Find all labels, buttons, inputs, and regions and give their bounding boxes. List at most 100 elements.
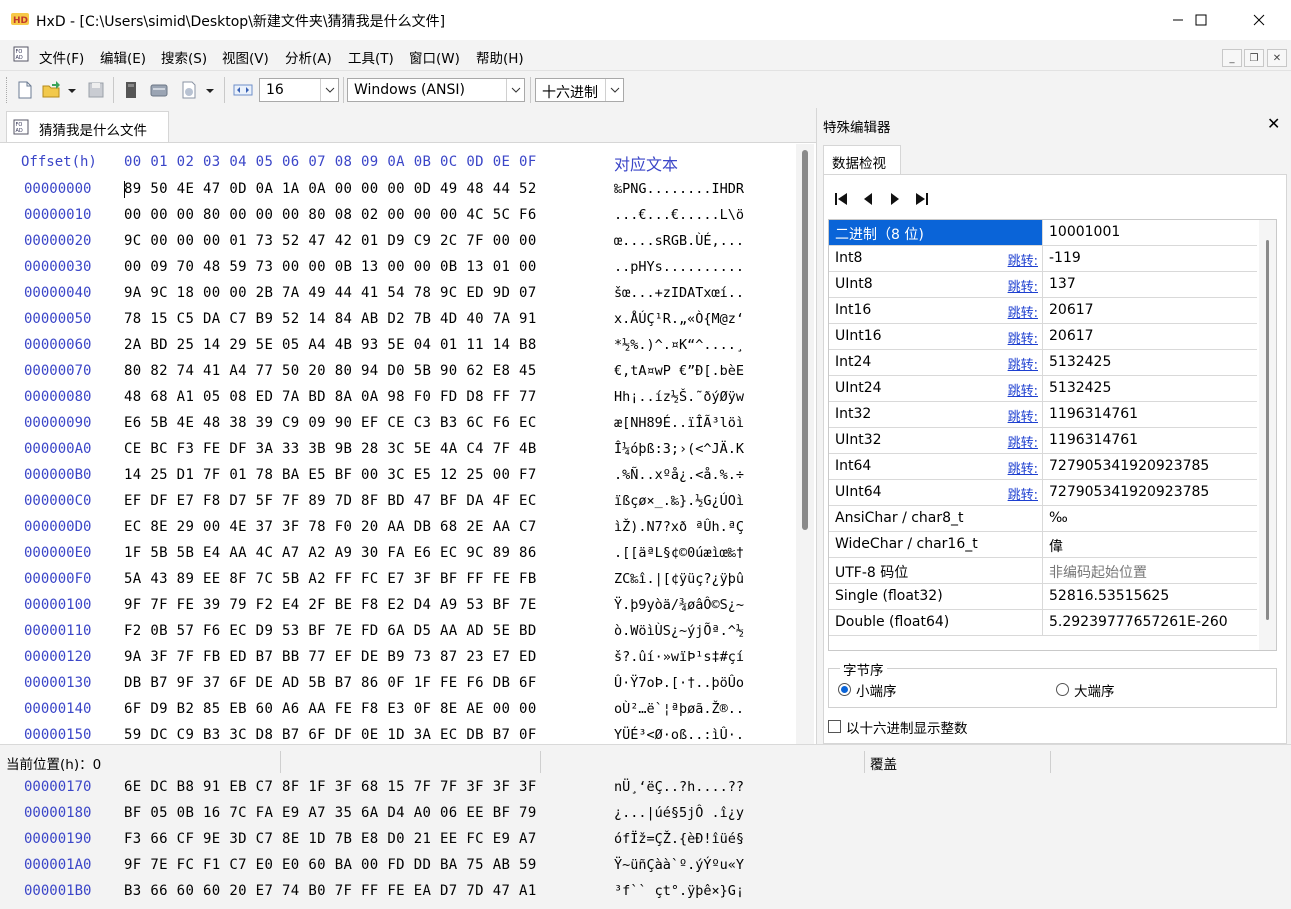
inspector-row-value[interactable]: 非编码起始位置 (1049, 562, 1147, 582)
hex-row[interactable]: 000001B0 B3 66 60 60 20 E7 74 B0 7F FF FE… (0, 883, 800, 909)
row-bytes[interactable]: F2 0B 57 F6 EC D9 53 BF 7E FD 6A D5 AA A… (124, 623, 537, 639)
hex-integers-checkbox[interactable] (828, 720, 841, 733)
inspector-scrollbar[interactable] (1259, 220, 1276, 650)
hex-row[interactable]: 00000110 F2 0B 57 F6 EC D9 53 BF 7E FD 6A… (0, 623, 800, 649)
row-bytes[interactable]: F3 66 CF 9E 3D C7 8E 1D 7B E8 D0 21 EE F… (124, 831, 537, 847)
panel-close-icon[interactable]: ✕ (1267, 114, 1280, 133)
menu-tools[interactable]: 工具(T) (348, 47, 394, 67)
inspector-row-value[interactable]: 1196314761 (1049, 406, 1138, 422)
row-bytes[interactable]: 5A 43 89 EE 8F 7C 5B A2 FF FC E7 3F BF F… (124, 571, 537, 587)
row-text[interactable]: Û·Ÿ7oÞ.[·†..þöÛo (614, 675, 744, 691)
row-bytes[interactable]: 9A 3F 7F FB ED B7 BB 77 EF DE B9 73 87 2… (124, 649, 537, 665)
row-bytes[interactable]: 00 09 70 48 59 73 00 00 0B 13 00 00 0B 1… (124, 259, 537, 275)
jump-link[interactable]: 跳转: (1008, 406, 1038, 425)
inspector-row[interactable]: Double (float64) 5.29239777657261E-260 (829, 610, 1257, 636)
menu-analysis[interactable]: 分析(A) (285, 47, 332, 67)
row-bytes[interactable]: 9A 9C 18 00 00 2B 7A 49 44 41 54 78 9C E… (124, 285, 537, 301)
hex-row[interactable]: 00000010 00 00 00 80 00 00 00 80 08 02 00… (0, 207, 800, 233)
row-bytes[interactable]: 00 00 00 80 00 00 00 80 08 02 00 00 00 4… (124, 207, 537, 223)
scrollbar-thumb[interactable] (802, 150, 808, 530)
ram-icon[interactable] (121, 80, 141, 100)
row-text[interactable]: €‚tA¤wP €”Ð[.bèE (614, 363, 744, 379)
row-text[interactable]: ...€...€.....L\ö (614, 207, 744, 223)
row-bytes[interactable]: 14 25 D1 7F 01 78 BA E5 BF 00 3C E5 12 2… (124, 467, 537, 483)
inspector-row-value[interactable]: 5132425 (1049, 380, 1111, 396)
menu-search[interactable]: 搜索(S) (161, 47, 207, 67)
hex-vertical-scrollbar[interactable] (796, 144, 814, 744)
mdi-close-button[interactable]: ✕ (1267, 49, 1287, 67)
document-icon[interactable]: FO AD (13, 46, 29, 62)
jump-link[interactable]: 跳转: (1008, 484, 1038, 503)
row-bytes[interactable]: 6F D9 B2 85 EB 60 A6 AA FE F8 E3 0F 8E A… (124, 701, 537, 717)
menu-view[interactable]: 视图(V) (222, 47, 269, 67)
jump-link[interactable]: 跳转: (1008, 328, 1038, 347)
hex-row[interactable]: 00000170 6E DC B8 91 EB C7 8F 1F 3F 68 15… (0, 779, 800, 805)
inspector-row[interactable]: Single (float32) 52816.53515625 (829, 584, 1257, 610)
document-tab[interactable]: FO AD 猜猜我是什么文件 (6, 111, 169, 142)
menu-help[interactable]: 帮助(H) (476, 47, 524, 67)
hex-row[interactable]: 000000A0 CE BC F3 FE DF 3A 33 3B 9B 28 3C… (0, 441, 800, 467)
hex-row[interactable]: 00000090 E6 5B 4E 48 38 39 C9 09 90 EF CE… (0, 415, 800, 441)
inspector-row[interactable]: Int32 跳转: 1196314761 (829, 402, 1257, 428)
inspector-row-value[interactable]: 20617 (1049, 328, 1094, 344)
inspector-row[interactable]: WideChar / char16_t 偉 (829, 532, 1257, 558)
big-endian-label[interactable]: 大端序 (1074, 680, 1115, 700)
hex-row[interactable]: 000000D0 EC 8E 29 00 4E 37 3F 78 F0 20 AA… (0, 519, 800, 545)
inspector-row-value[interactable]: 10001001 (1049, 224, 1120, 240)
hex-row[interactable]: 00000050 78 15 C5 DA C7 B9 52 14 84 AB D2… (0, 311, 800, 337)
row-bytes[interactable]: BF 05 0B 16 7C FA E9 A7 35 6A D4 A0 06 E… (124, 805, 537, 821)
inspector-row[interactable]: UInt16 跳转: 20617 (829, 324, 1257, 350)
row-bytes[interactable]: DB B7 9F 37 6F DE AD 5B B7 86 0F 1F FE F… (124, 675, 537, 691)
hex-row[interactable]: 000000E0 1F 5B 5B E4 AA 4C A7 A2 A9 30 FA… (0, 545, 800, 571)
inspector-row[interactable]: UInt32 跳转: 1196314761 (829, 428, 1257, 454)
hex-row[interactable]: 00000180 BF 05 0B 16 7C FA E9 A7 35 6A D4… (0, 805, 800, 831)
row-text[interactable]: x.ÅÚÇ¹R.„«Ò{M@z‘ (614, 311, 744, 327)
mdi-minimize-button[interactable]: _ (1222, 49, 1242, 67)
inspector-row-value[interactable]: 偉 (1049, 536, 1063, 556)
open-folder-icon[interactable] (41, 80, 61, 100)
hex-row[interactable]: 00000000 89 50 4E 47 0D 0A 1A 0A 00 00 00… (0, 181, 800, 207)
jump-link[interactable]: 跳转: (1008, 432, 1038, 451)
disk-icon[interactable] (149, 80, 169, 100)
inspector-row[interactable]: AnsiChar / char8_t ‰ (829, 506, 1257, 532)
inspector-row-value[interactable]: 20617 (1049, 302, 1094, 318)
inspector-row[interactable]: UInt8 跳转: 137 (829, 272, 1257, 298)
bytes-per-row-select[interactable]: 16 (259, 78, 339, 102)
next-icon[interactable] (886, 190, 904, 208)
hex-row[interactable]: 00000190 F3 66 CF 9E 3D C7 8E 1D 7B E8 D0… (0, 831, 800, 857)
toolbar-grip[interactable] (6, 77, 10, 103)
inspector-row[interactable]: Int64 跳转: 727905341920923785 (829, 454, 1257, 480)
hex-row[interactable]: 00000140 6F D9 B2 85 EB 60 A6 AA FE F8 E3… (0, 701, 800, 727)
row-text[interactable]: ³f`` çt°.ÿþê×}G¡ (614, 883, 744, 899)
jump-link[interactable]: 跳转: (1008, 354, 1038, 373)
row-text[interactable]: ‰PNG........IHDR (614, 181, 744, 197)
row-text[interactable]: *½%.)^.¤K“^....¸ (614, 337, 744, 353)
hex-row[interactable]: 00000040 9A 9C 18 00 00 2B 7A 49 44 41 54… (0, 285, 800, 311)
hex-row[interactable]: 00000060 2A BD 25 14 29 5E 05 A4 4B 93 5E… (0, 337, 800, 363)
inspector-row-value[interactable]: 727905341920923785 (1049, 458, 1209, 474)
hex-row[interactable]: 00000020 9C 00 00 00 01 73 52 47 42 01 D9… (0, 233, 800, 259)
row-bytes[interactable]: CE BC F3 FE DF 3A 33 3B 9B 28 3C 5E 4A C… (124, 441, 537, 457)
close-button[interactable] (1236, 0, 1282, 40)
row-text[interactable]: šœ...+zIDATxœí.. (614, 285, 744, 301)
row-bytes[interactable]: 1F 5B 5B E4 AA 4C A7 A2 A9 30 FA E6 EC 9… (124, 545, 537, 561)
row-text[interactable]: š?.ûí·»wïÞ¹s‡#çí (614, 649, 744, 665)
inspector-row-value[interactable]: ‰ (1049, 510, 1068, 526)
hex-row[interactable]: 000000B0 14 25 D1 7F 01 78 BA E5 BF 00 3C… (0, 467, 800, 493)
inspector-row-value[interactable]: 52816.53515625 (1049, 588, 1169, 604)
mdi-restore-button[interactable]: ❐ (1244, 49, 1264, 67)
row-text[interactable]: ïßçø×_.‰}.½G¿ÚOì (614, 493, 744, 509)
inspector-row-value[interactable]: 5.29239777657261E-260 (1049, 614, 1228, 630)
row-text[interactable]: Î¼óþß:3;›(<^JÄ.K (614, 441, 744, 457)
inspector-row[interactable]: UInt24 跳转: 5132425 (829, 376, 1257, 402)
row-bytes[interactable]: EF DF E7 F8 D7 5F 7F 89 7D 8F BD 47 BF D… (124, 493, 537, 509)
row-text[interactable]: ìŽ).N7?xð ªÛh.ªÇ (614, 519, 744, 535)
inspector-row-value[interactable]: -119 (1049, 250, 1081, 266)
maximize-button[interactable] (1178, 0, 1224, 40)
hex-row[interactable]: 00000070 80 82 74 41 A4 77 50 20 80 94 D0… (0, 363, 800, 389)
new-file-icon[interactable] (15, 80, 35, 100)
hex-row[interactable]: 00000120 9A 3F 7F FB ED B7 BB 77 EF DE B9… (0, 649, 800, 675)
edit-mode[interactable]: 覆盖 (870, 753, 897, 773)
row-bytes[interactable]: 9C 00 00 00 01 73 52 47 42 01 D9 C9 2C 7… (124, 233, 537, 249)
jump-link[interactable]: 跳转: (1008, 458, 1038, 477)
